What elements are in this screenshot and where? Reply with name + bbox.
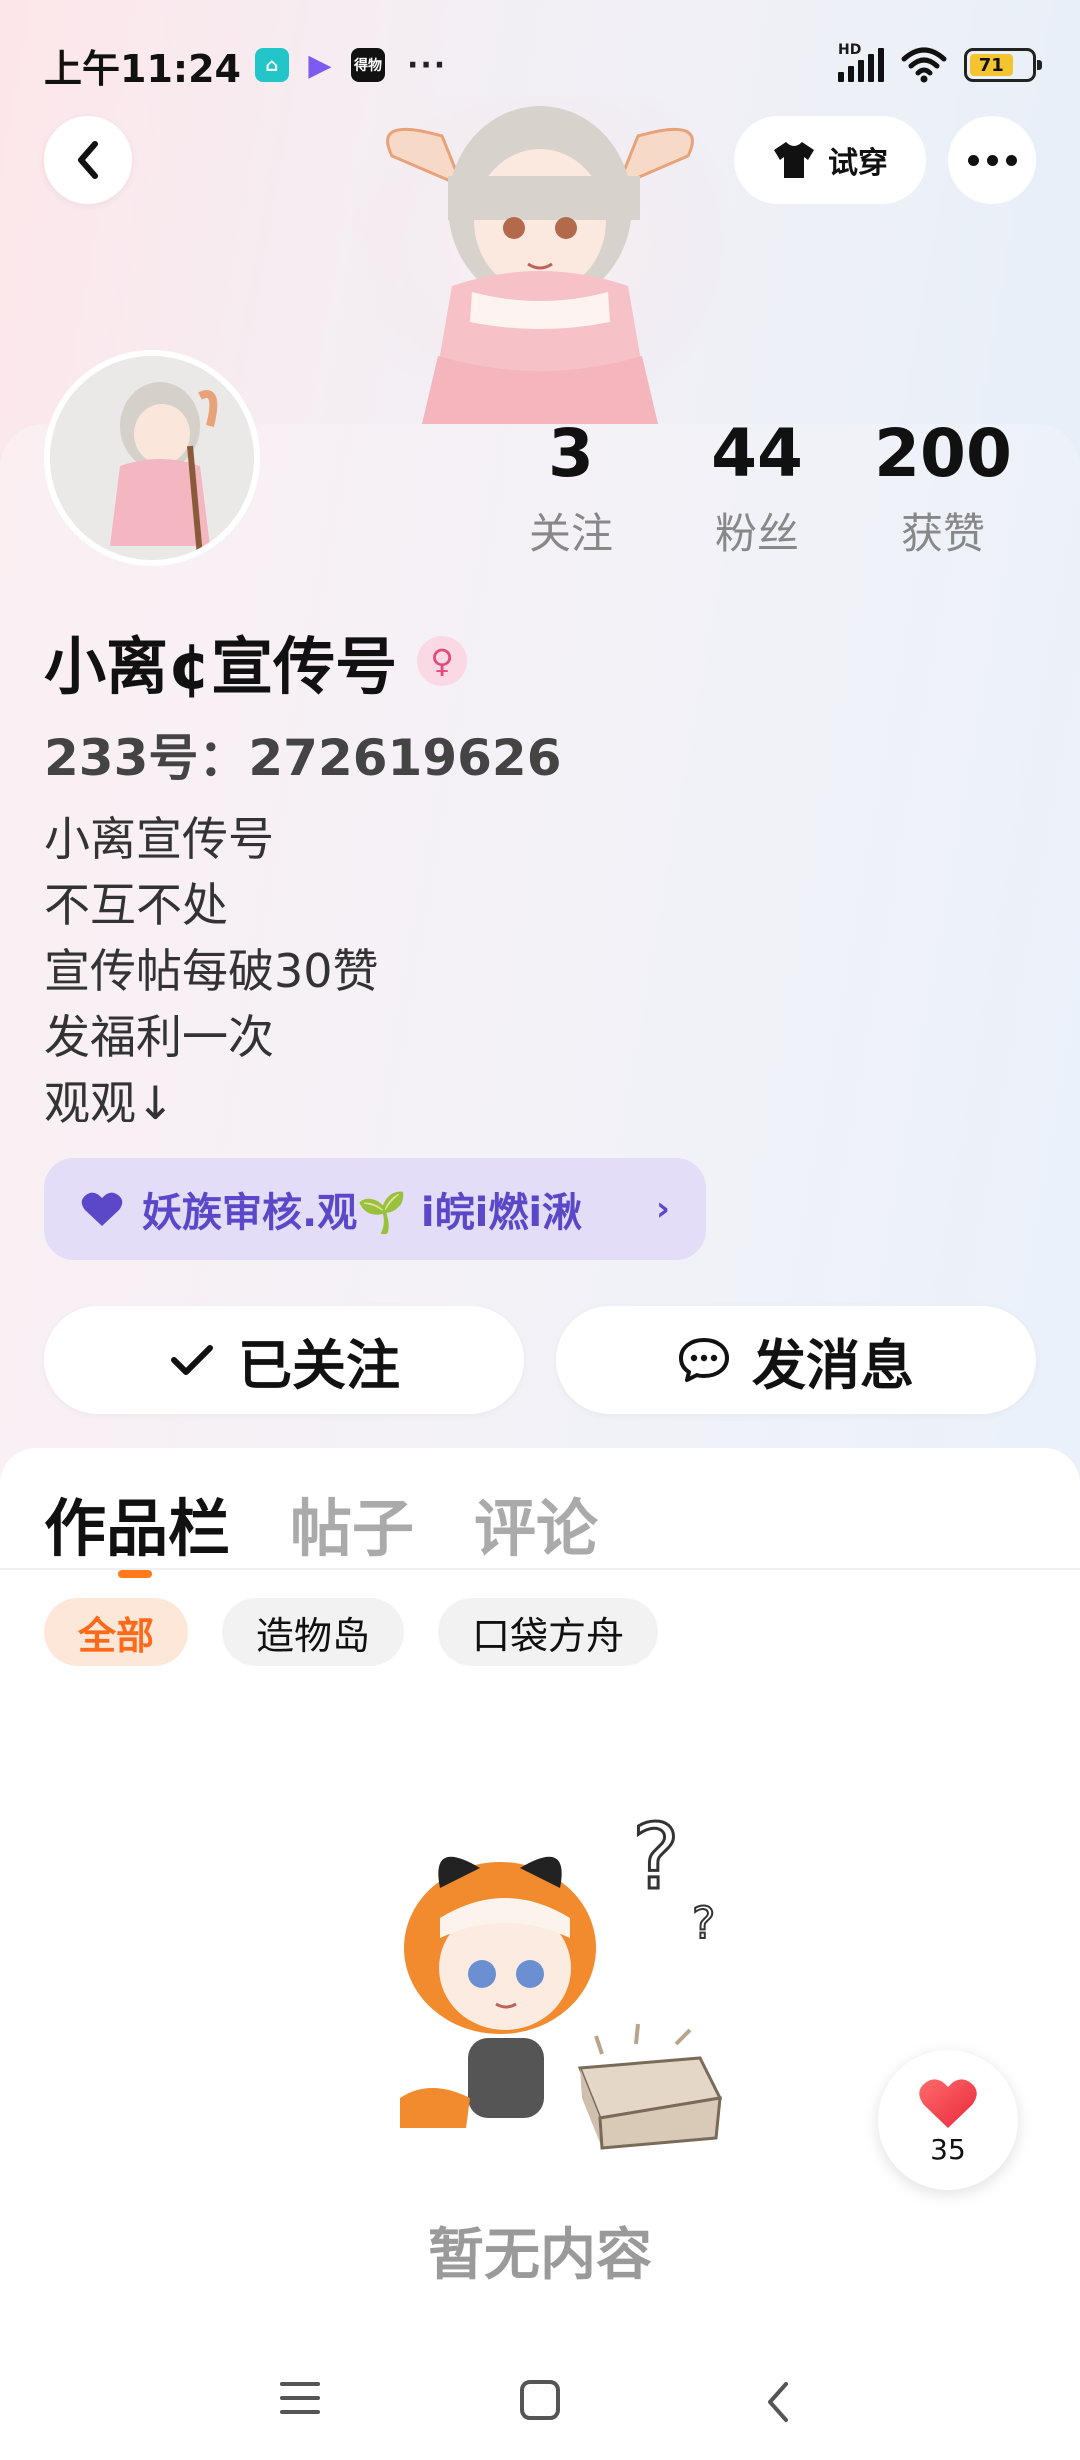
bio-line: 发福利一次 <box>44 1010 274 1064</box>
filter-creation-island[interactable]: 造物岛 <box>222 1598 405 1666</box>
stat-likes-value: 200 <box>874 415 1012 492</box>
battery-level: 71 <box>970 54 1013 76</box>
battery-icon: 71 <box>964 48 1042 82</box>
tshirt-icon <box>774 142 814 178</box>
home-icon[interactable] <box>520 2380 560 2420</box>
tab-posts[interactable]: 帖子 <box>290 1478 414 1568</box>
status-time: 上午11:24 <box>44 46 241 91</box>
stat-following[interactable]: 3 关注 <box>478 418 664 561</box>
more-options-button[interactable] <box>948 116 1036 204</box>
stat-likes-label: 获赞 <box>900 509 985 558</box>
more-dots-icon <box>967 154 979 166</box>
bio-line: 宣传帖每破30赞 <box>44 944 379 998</box>
stat-likes[interactable]: 200 获赞 <box>850 418 1036 561</box>
try-on-button[interactable]: 试穿 <box>734 116 926 204</box>
bio-line: 观观↓ <box>44 1076 175 1130</box>
following-button[interactable]: 已关注 <box>44 1306 524 1414</box>
wifi-icon <box>901 47 947 83</box>
empty-state-illustration: ? ? <box>400 1804 723 2150</box>
system-nav-bar <box>0 2360 1080 2460</box>
send-message-label: 发消息 <box>752 1333 914 1397</box>
svg-text:?: ? <box>692 1898 715 1949</box>
nickname-text: 小离¢宣传号 <box>44 630 398 703</box>
dewu-app-icon: 得物 <box>350 48 385 82</box>
send-message-button[interactable]: 发消息 <box>556 1306 1036 1414</box>
tab-comments[interactable]: 评论 <box>474 1478 598 1568</box>
profile-stats: 3 关注 44 粉丝 200 获赞 <box>478 418 1036 561</box>
group-chip-label: 妖族审核.观🌱 i皖i燃i湫 <box>142 1190 583 1236</box>
filter-chips: 全部 造物岛 口袋方舟 <box>44 1598 659 1666</box>
content-tabs: 作品栏 帖子 评论 <box>44 1478 598 1578</box>
more-notifications-icon: ··· <box>406 47 448 83</box>
filter-all[interactable]: 全部 <box>44 1598 189 1666</box>
tab-divider <box>0 1568 1080 1570</box>
stat-followers-value: 44 <box>711 415 803 492</box>
like-float-button[interactable]: 35 <box>878 2050 1018 2190</box>
avatar-character-image <box>352 96 728 424</box>
following-label: 已关注 <box>238 1333 400 1397</box>
menu-icon[interactable] <box>280 2382 320 2424</box>
app-notification-icon: ⌂ <box>254 48 289 82</box>
chat-bubble-icon <box>679 1338 729 1382</box>
user-id: 233号：272619626 <box>44 729 562 787</box>
stat-following-value: 3 <box>548 415 594 492</box>
stat-followers[interactable]: 44 粉丝 <box>664 418 850 561</box>
stat-following-label: 关注 <box>528 509 613 558</box>
stat-followers-label: 粉丝 <box>714 509 799 558</box>
chevron-right-icon: › <box>655 1189 670 1229</box>
tab-works[interactable]: 作品栏 <box>44 1478 230 1578</box>
chevron-left-icon <box>78 141 98 179</box>
back-button[interactable] <box>44 116 132 204</box>
bio-line: 不互不处 <box>44 878 228 932</box>
content-area: 作品栏 帖子 评论 全部 造物岛 口袋方舟 ? ? 暂无内容 <box>0 1448 1080 2460</box>
signal-icon: HD <box>838 42 884 82</box>
bio-line: 小离宣传号 <box>44 812 274 866</box>
svg-text:?: ? <box>632 1805 680 1910</box>
group-chip[interactable]: 妖族审核.观🌱 i皖i燃i湫 › <box>44 1158 706 1260</box>
user-avatar[interactable] <box>44 350 260 566</box>
back-icon[interactable] <box>762 2378 794 2426</box>
checkmark-icon <box>171 1345 213 1375</box>
heart-icon <box>81 1192 123 1226</box>
try-on-label: 试穿 <box>828 146 888 181</box>
empty-state-text: 暂无内容 <box>428 2223 652 2288</box>
heart-icon <box>919 2078 977 2128</box>
female-icon: ♀ <box>417 636 468 686</box>
like-count: 35 <box>930 2132 966 2166</box>
profile-bio: 小离宣传号 不互不处 宣传帖每破30赞 发福利一次 观观↓ <box>44 806 379 1136</box>
video-app-icon: ▶ <box>308 47 332 83</box>
profile-nickname: 小离¢宣传号 ♀ <box>44 616 468 706</box>
filter-pocket-ark[interactable]: 口袋方舟 <box>438 1598 659 1666</box>
avatar-image <box>50 356 254 560</box>
